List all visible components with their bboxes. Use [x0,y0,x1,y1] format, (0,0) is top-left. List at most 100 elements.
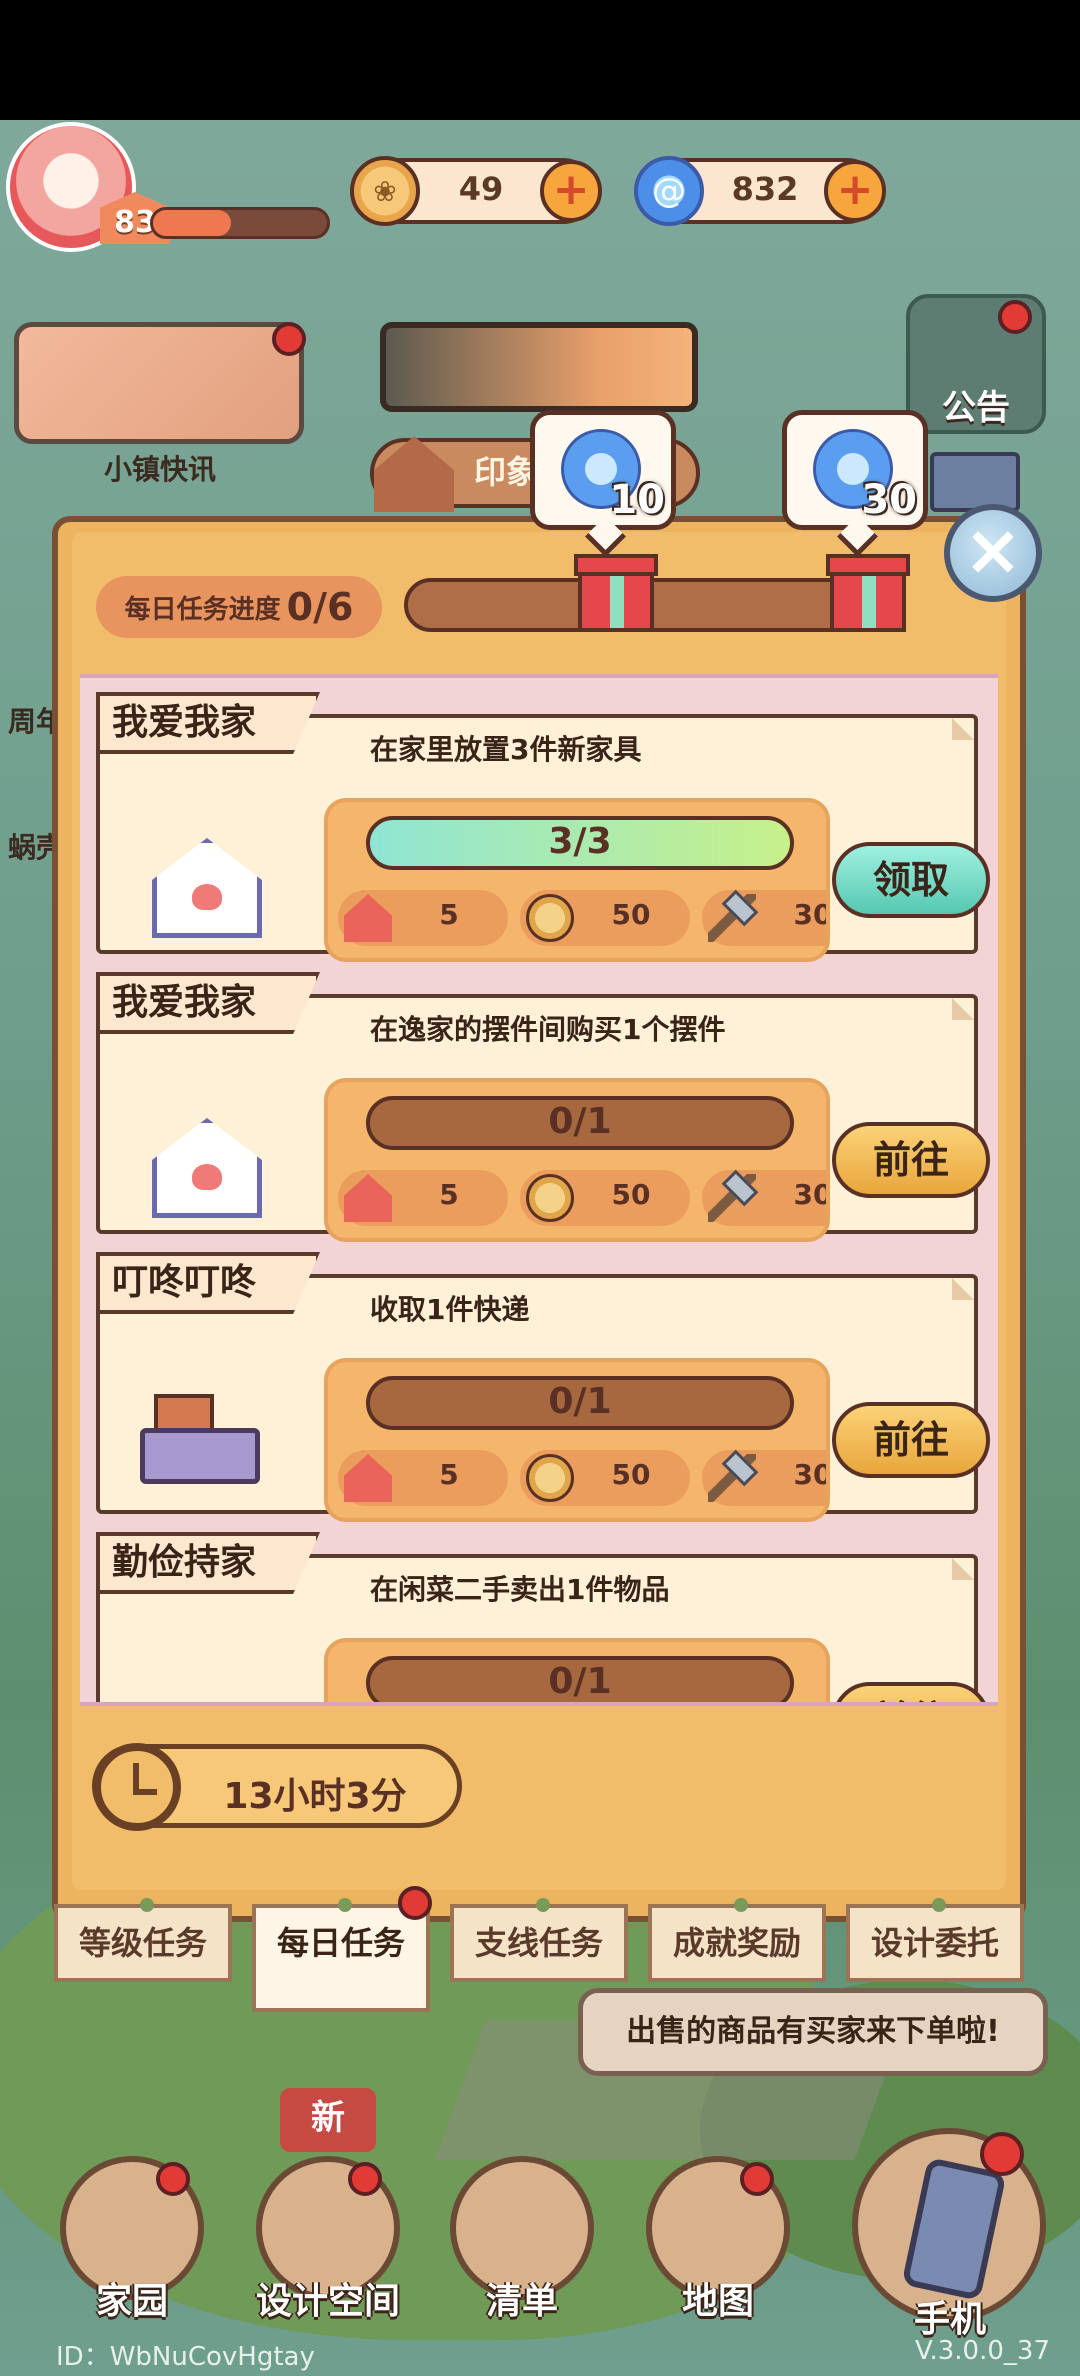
tab-daily-tasks[interactable]: 每日任务 [252,1898,430,2012]
tab-side-tasks[interactable]: 支线任务 [450,1898,628,1982]
task-description: 收取1件快递 [370,1293,530,1326]
home-points-icon [344,894,392,942]
milestone-amount-2: 30 [861,477,917,523]
map-notification-dot [740,2162,774,2196]
close-button[interactable]: × [944,504,1042,602]
gift-box-icon[interactable] [826,554,910,632]
task-item: 0/1 5 50 30 前往 我爱我家 在逸家的摆件间购买1个摆件 [96,972,990,1242]
daily-progress-value: 0/6 [286,585,354,629]
pin-icon [932,1898,946,1912]
task-title: 勤俭持家 [96,1532,321,1594]
dock-label-home: 家园 [95,2281,168,2322]
order-notification-toast[interactable]: 出售的商品有买家来下单啦! [578,1988,1048,2076]
gem-value: 832 [731,170,799,208]
task-title: 我爱我家 [96,692,321,754]
swirl-gem-icon: @ [634,156,704,226]
daily-progress-text: 每日任务进度 [124,594,281,625]
reward-hammer: 30 [702,890,826,946]
gift-box-icon[interactable] [574,554,658,632]
reward-value: 50 [611,898,651,931]
notice-notification-dot [998,300,1032,334]
task-reward-box: 0/1 5 50 30 [324,1358,830,1522]
design-notification-dot [348,2162,382,2196]
town-news-card[interactable] [14,322,304,444]
home-points-icon [344,1174,392,1222]
task-progress-bar: 3/3 [366,816,794,870]
status-bar [0,0,1080,120]
tab-label: 每日任务 [276,1924,405,1962]
go-button[interactable]: 前往 [832,1682,990,1702]
gift-lid [574,554,658,576]
tag-icon [140,1658,270,1702]
task-reward-box: 0/1 5 50 30 [324,1638,830,1702]
home-points-icon [344,1454,392,1502]
task-item: 3/3 5 50 30 领取 我爱我家 在家里放置3件新家具 [96,692,990,962]
reward-value: 5 [439,1178,459,1211]
reward-value: 30 [793,1178,830,1211]
dock-label-design-space: 设计空间 [255,2281,400,2322]
pin-icon [140,1898,154,1912]
new-badge: 新 [280,2088,376,2152]
coin-icon: ❀ [350,156,420,226]
milestone-amount-1: 10 [609,477,665,523]
timer-text: 13小时3分 [223,1776,407,1817]
clock-icon [93,1743,181,1831]
task-item: 0/1 5 50 30 前往 勤俭持家 在闲菜二手卖出1件物品 [96,1532,990,1702]
tab-label: 等级任务 [78,1924,207,1962]
tab-level-tasks[interactable]: 等级任务 [54,1898,232,1982]
reward-home: 5 [338,1170,508,1226]
dock-label-map: 地图 [681,2281,754,2322]
house-icon [140,818,270,948]
notice-label: 公告 [942,388,1010,428]
daily-progress-label: 每日任务进度 0/6 [96,576,382,638]
task-progress-bar: 0/1 [366,1096,794,1150]
tab-achievements[interactable]: 成就奖励 [648,1898,826,1982]
milestone-reward-bubble-1: 10 [530,410,676,530]
mail-icon[interactable] [930,452,1020,512]
impression-label: 印象 [474,453,539,491]
task-title: 叮咚叮咚 [96,1252,321,1314]
news-notification-dot [272,322,306,356]
task-reward-box: 3/3 5 50 30 [324,798,830,962]
go-button[interactable]: 前往 [832,1122,990,1198]
reward-value: 5 [439,898,459,931]
hammer-icon [708,1454,756,1502]
task-item: 0/1 5 50 30 前往 叮咚叮咚 收取1件快递 [96,1252,990,1522]
task-title: 我爱我家 [96,972,321,1034]
phone-icon [901,2157,1007,2301]
daily-tab-notification-dot [398,1886,432,1920]
tab-label: 支线任务 [474,1924,603,1962]
house-icon [140,1098,270,1228]
gift-lid [826,554,910,576]
reward-coin: 50 [520,1450,690,1506]
truck-shape [140,1428,260,1484]
town-news-label: 小镇快讯 [103,453,216,486]
dock-label-checklist: 清单 [485,2281,558,2322]
house-icon [374,436,454,512]
coin-icon [526,1454,574,1502]
go-button[interactable]: 前往 [832,1402,990,1478]
task-progress-bar: 0/1 [366,1376,794,1430]
tab-design-commissions[interactable]: 设计委托 [846,1898,1024,1982]
claim-button[interactable]: 领取 [832,842,990,918]
truck-icon [140,1378,270,1508]
task-list[interactable]: 3/3 5 50 30 领取 我爱我家 在家里放置3件新家具 0/1 5 50 … [80,674,998,1706]
reward-home: 5 [338,1450,508,1506]
coin-icon [526,1174,574,1222]
dock-label-phone: 手机 [913,2299,986,2340]
add-gems-button[interactable]: + [824,160,886,222]
weather-card[interactable] [380,322,698,412]
milestone-reward-bubble-2: 30 [782,410,928,530]
task-description: 在闲菜二手卖出1件物品 [370,1573,670,1606]
xp-fill [153,210,232,236]
reward-value: 50 [611,1178,651,1211]
reset-timer: 13小时3分 [92,1743,462,1831]
task-description: 在逸家的摆件间购买1个摆件 [370,1013,726,1046]
tab-label: 设计委托 [870,1924,999,1962]
coin-counter: ❀ 49 + [350,156,602,226]
app-version: V.3.0.0_37 [915,2336,1050,2366]
add-coins-button[interactable]: + [540,160,602,222]
pin-icon [734,1898,748,1912]
coin-value: 49 [458,170,504,208]
home-notification-dot [156,2162,190,2196]
